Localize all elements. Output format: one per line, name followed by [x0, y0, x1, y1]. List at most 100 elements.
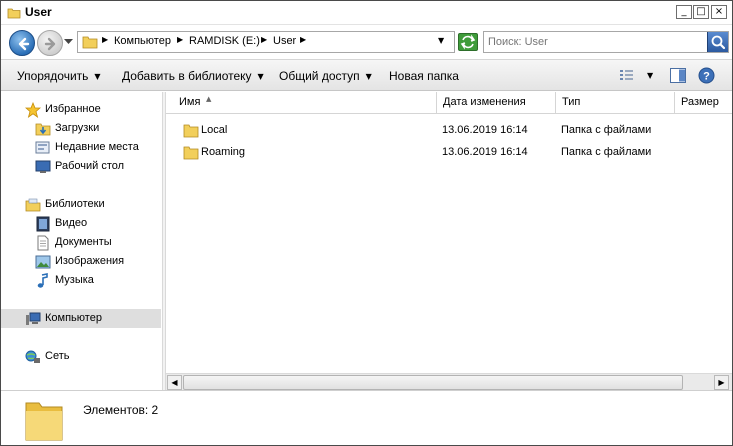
computer-icon: [26, 312, 41, 325]
column-header-label: Тип: [562, 96, 581, 108]
downloads-folder-icon: [35, 123, 51, 136]
details-pane: Элементов: 2: [1, 390, 732, 445]
breadcrumb-arrow-icon[interactable]: ▶: [177, 35, 183, 44]
sidebar-item-downloads[interactable]: Загрузки: [1, 119, 161, 138]
video-icon: [36, 216, 50, 232]
file-list: Имя ▲ Дата изменения Тип Размер Local 13…: [166, 92, 732, 390]
refresh-icon: [460, 34, 476, 50]
column-header-size[interactable]: Размер: [675, 92, 732, 114]
explorer-window: User _ □ × ▶ Компьютер ▶ RAMDISK (E:) ▶ …: [0, 0, 733, 446]
back-button[interactable]: [9, 30, 35, 56]
folder-icon: [183, 146, 199, 160]
network-icon: [25, 350, 40, 363]
add-to-library-button[interactable]: Добавить в библиотеку ▼: [122, 69, 264, 83]
add-to-library-label: Добавить в библиотеку: [122, 69, 252, 83]
breadcrumb-ramdisk[interactable]: RAMDISK (E:): [189, 35, 260, 47]
star-icon: [25, 102, 41, 118]
share-button[interactable]: Общий доступ ▼: [279, 69, 372, 83]
sidebar-item-label: Библиотеки: [45, 198, 105, 210]
history-dropdown-icon[interactable]: [64, 39, 73, 45]
file-name: Roaming: [201, 146, 246, 158]
sidebar-item-favorites[interactable]: Избранное: [1, 100, 161, 119]
maximize-button[interactable]: □: [693, 5, 709, 19]
address-bar[interactable]: ▶ Компьютер ▶ RAMDISK (E:) ▶ User ▶ ▼: [77, 31, 455, 53]
recent-places-icon: [35, 141, 50, 154]
new-folder-button[interactable]: Новая папка: [389, 69, 459, 83]
breadcrumb-arrow-icon[interactable]: ▶: [300, 35, 306, 44]
sidebar-item-label: Видео: [55, 217, 88, 229]
column-header-modified[interactable]: Дата изменения: [437, 92, 556, 114]
organize-button[interactable]: Упорядочить ▼: [17, 69, 101, 83]
sidebar-item-music[interactable]: Музыка: [1, 271, 161, 290]
address-row: ▶ Компьютер ▶ RAMDISK (E:) ▶ User ▶ ▼: [1, 25, 732, 59]
view-dropdown-icon[interactable]: ▼: [647, 71, 653, 80]
scroll-left-button[interactable]: ◀: [167, 375, 182, 390]
scroll-right-button[interactable]: ▶: [714, 375, 729, 390]
sidebar-item-network[interactable]: Сеть: [1, 347, 161, 366]
folder-icon: [183, 124, 199, 138]
breadcrumb-arrow-icon[interactable]: ▶: [102, 35, 108, 44]
search-input[interactable]: [488, 34, 703, 50]
sidebar-item-label: Документы: [55, 236, 112, 248]
sidebar-item-label: Сеть: [45, 350, 70, 362]
chevron-down-icon[interactable]: ▼: [438, 36, 444, 45]
chevron-down-icon: ▼: [94, 72, 101, 81]
preview-pane-icon[interactable]: [670, 68, 686, 83]
table-row[interactable]: Roaming 13.06.2019 16:14 Папка с файлами: [166, 142, 732, 164]
share-label: Общий доступ: [279, 69, 360, 83]
table-row[interactable]: Local 13.06.2019 16:14 Папка с файлами: [166, 120, 732, 142]
column-header-name[interactable]: Имя ▲: [166, 92, 437, 114]
forward-button[interactable]: [37, 30, 63, 56]
folder-icon: [25, 402, 63, 441]
minimize-button[interactable]: _: [676, 5, 692, 19]
sidebar-item-computer[interactable]: Компьютер: [1, 309, 161, 328]
music-icon: [37, 273, 48, 288]
window-title: User: [25, 5, 52, 19]
search-button[interactable]: [707, 32, 728, 52]
organize-label: Упорядочить: [17, 69, 89, 83]
column-header-label: Дата изменения: [443, 96, 526, 108]
file-modified: 13.06.2019 16:14: [442, 146, 528, 158]
sidebar-item-label: Изображения: [55, 255, 125, 267]
breadcrumb-arrow-icon[interactable]: ▶: [261, 35, 267, 44]
navigation-pane: Избранное Загрузки Недавние места Рабочи…: [1, 92, 163, 390]
sidebar-item-images[interactable]: Изображения: [1, 252, 161, 271]
sidebar-item-desktop[interactable]: Рабочий стол: [1, 157, 161, 176]
search-icon: [711, 35, 726, 50]
column-header-label: Имя: [179, 96, 201, 108]
column-header-type[interactable]: Тип: [556, 92, 675, 114]
sort-ascending-icon: ▲: [206, 95, 212, 103]
sidebar-item-libraries[interactable]: Библиотеки: [1, 195, 161, 214]
svg-text:?: ?: [703, 71, 710, 83]
column-header-label: Размер: [681, 96, 719, 108]
horizontal-scrollbar[interactable]: ◀ ▶: [166, 373, 732, 390]
breadcrumb-computer[interactable]: Компьютер: [114, 35, 171, 47]
images-icon: [35, 255, 51, 269]
file-type: Папка с файлами: [561, 124, 652, 136]
sidebar-item-label: Рабочий стол: [55, 160, 125, 172]
breadcrumb-user[interactable]: User: [273, 35, 296, 47]
arrow-right-icon: [44, 37, 56, 51]
sidebar-item-label: Музыка: [55, 274, 94, 286]
desktop-icon: [35, 160, 51, 173]
chevron-down-icon: ▼: [257, 72, 264, 81]
sidebar-item-documents[interactable]: Документы: [1, 233, 161, 252]
sidebar-item-label: Недавние места: [55, 141, 139, 153]
folder-icon: [7, 8, 21, 19]
view-options-icon[interactable]: [619, 68, 635, 82]
refresh-button[interactable]: [458, 33, 478, 51]
help-icon[interactable]: ?: [698, 67, 715, 84]
close-button[interactable]: ×: [711, 5, 727, 19]
command-bar: Упорядочить ▼ Добавить в библиотеку ▼ Общи…: [1, 59, 732, 91]
file-modified: 13.06.2019 16:14: [442, 124, 528, 136]
title-bar[interactable]: User _ □ ×: [1, 1, 732, 25]
scroll-thumb[interactable]: [183, 375, 683, 390]
sidebar-item-label: Компьютер: [45, 312, 102, 324]
sidebar-item-recent-places[interactable]: Недавние места: [1, 138, 161, 157]
documents-icon: [37, 235, 49, 251]
item-count: Элементов: 2: [83, 403, 159, 417]
sidebar-item-video[interactable]: Видео: [1, 214, 161, 233]
libraries-icon: [25, 198, 41, 212]
sidebar-item-label: Загрузки: [55, 122, 100, 134]
search-box[interactable]: [483, 31, 729, 53]
